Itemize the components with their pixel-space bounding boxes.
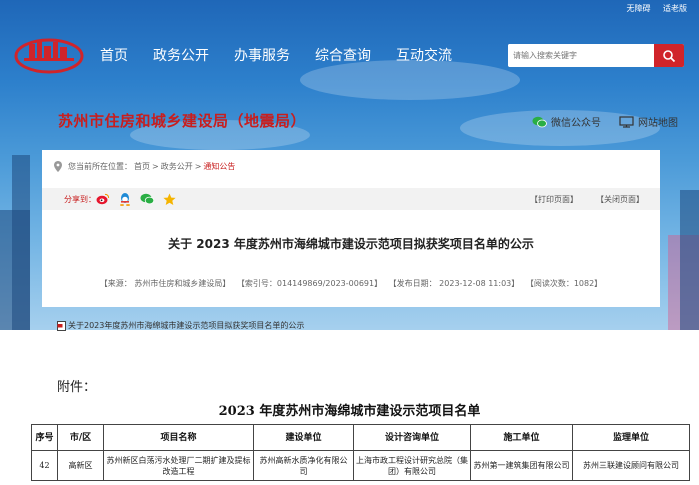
- wechat-icon: [532, 116, 547, 127]
- breadcrumb-prefix: 您当前所在位置：: [68, 162, 132, 171]
- attachment-link[interactable]: 关于2023年度苏州市海绵城市建设示范项目拟获奖项目名单的公示: [57, 320, 304, 331]
- meta-source: 【来源： 苏州市住房和城乡建设局】: [99, 279, 231, 288]
- article-title: 关于 2023 年度苏州市海绵城市建设示范项目拟获奖项目名单的公示: [168, 237, 534, 251]
- table-cell: 苏州三联建设顾问有限公司: [572, 450, 690, 481]
- share-label: 分享到：: [64, 195, 96, 204]
- wechat-account-link[interactable]: 微信公众号: [532, 114, 601, 129]
- weibo-icon[interactable]: [96, 192, 110, 206]
- elderly-mode-link[interactable]: 适老版: [663, 4, 687, 13]
- accessibility-link[interactable]: 无障碍: [626, 4, 650, 13]
- close-page-button[interactable]: 【关闭页面】: [596, 194, 644, 205]
- nav-interaction[interactable]: 互动交流: [396, 44, 452, 68]
- pdf-file-icon: [57, 320, 66, 331]
- table-cell: 苏州高新水质净化有限公司: [253, 450, 354, 481]
- qq-icon[interactable]: [118, 192, 132, 206]
- table-cell: 高新区: [57, 450, 104, 481]
- article-meta: 【来源： 苏州市住房和城乡建设局】 【索引号：014149869/2023-00…: [42, 278, 660, 289]
- nav-query[interactable]: 综合查询: [315, 44, 371, 68]
- wechat-share-icon[interactable]: [140, 192, 154, 206]
- suzhou-logo-icon: [14, 38, 84, 74]
- building: [680, 190, 699, 330]
- share-toolbar: 分享到： 【打印页面】 【关闭页面】: [42, 188, 660, 210]
- share-icons: [96, 192, 176, 206]
- document-title: 2023 年度苏州市海绵城市建设示范项目名单: [218, 404, 481, 419]
- site-logo[interactable]: [14, 34, 84, 74]
- table-cell: 苏州新区白荡污水处理厂二期扩建及提标改造工程: [103, 450, 254, 481]
- col-header-design-consultant: 设计咨询单位: [353, 424, 471, 451]
- wechat-account-label: 微信公众号: [551, 118, 601, 129]
- monitor-icon: [619, 115, 634, 128]
- attachment-label: 关于2023年度苏州市海绵城市建设示范项目拟获奖项目名单的公示: [68, 321, 305, 330]
- main-nav: 首页 政务公开 办事服务 综合查询 互动交流: [100, 44, 477, 68]
- search-box: [508, 44, 684, 67]
- bureau-name: 苏州市住房和城乡建设局（地震局）: [58, 112, 307, 130]
- favorite-star-icon[interactable]: [162, 192, 176, 206]
- nav-government-affairs[interactable]: 政务公开: [153, 44, 209, 68]
- location-pin-icon: [54, 161, 62, 172]
- sitemap-link[interactable]: 网站地图: [619, 114, 678, 129]
- article-card: 您当前所在位置： 首页 > 政务公开 > 通知公告 分享到： 【打印页面】 【关…: [42, 150, 660, 307]
- table-cell: 苏州第一建筑集团有限公司: [470, 450, 573, 481]
- table-cell: 上海市政工程设计研究总院（集团）有限公司: [353, 450, 471, 481]
- print-page-button[interactable]: 【打印页面】: [530, 194, 578, 205]
- table-header-row: 序号 市/区 项目名称 建设单位 设计咨询单位 施工单位 监理单位: [31, 424, 690, 451]
- bureau-bar: 苏州市住房和城乡建设局（地震局） 微信公众号 网站地图: [0, 98, 699, 146]
- meta-views: 【阅读次数：1082】: [525, 279, 603, 288]
- col-header-district: 市/区: [57, 424, 104, 451]
- search-icon: [663, 49, 676, 62]
- sitemap-label: 网站地图: [638, 118, 678, 129]
- col-header-serial: 序号: [31, 424, 58, 451]
- breadcrumb-item-home[interactable]: 首页: [134, 161, 150, 172]
- table-row: 42 高新区 苏州新区白荡污水处理厂二期扩建及提标改造工程 苏州高新水质净化有限…: [31, 450, 690, 481]
- breadcrumb: 您当前所在位置： 首页 > 政务公开 > 通知公告: [54, 161, 235, 172]
- col-header-contractor: 施工单位: [470, 424, 573, 451]
- breadcrumb-separator: >: [194, 162, 202, 171]
- search-button[interactable]: [654, 44, 684, 67]
- col-header-supervisor: 监理单位: [572, 424, 690, 451]
- nav-home[interactable]: 首页: [100, 44, 128, 68]
- breadcrumb-item-government-affairs[interactable]: 政务公开: [161, 161, 193, 172]
- breadcrumb-item-notices[interactable]: 通知公告: [203, 161, 235, 172]
- project-table: 序号 市/区 项目名称 建设单位 设计咨询单位 施工单位 监理单位 42 高新区…: [31, 424, 690, 481]
- top-links: 无障碍 适老版: [616, 3, 687, 14]
- nav-services[interactable]: 办事服务: [234, 44, 290, 68]
- table-cell: 42: [31, 450, 58, 481]
- building: [12, 155, 30, 330]
- col-header-builder: 建设单位: [253, 424, 354, 451]
- search-input[interactable]: [508, 44, 654, 67]
- attachment-heading: 附件：: [57, 380, 97, 395]
- meta-index-number: 【索引号：014149869/2023-00691】: [236, 279, 383, 288]
- col-header-project-name: 项目名称: [103, 424, 254, 451]
- meta-publish-time: 【发布日期： 2023-12-08 11:03】: [388, 279, 520, 288]
- breadcrumb-separator: >: [152, 162, 159, 171]
